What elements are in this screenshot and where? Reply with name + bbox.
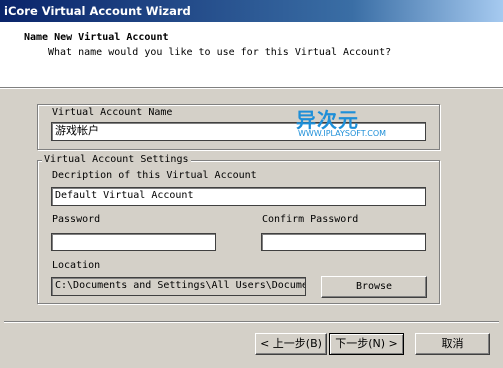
window-title-bar[interactable]: iCore Virtual Account Wizard: [0, 0, 503, 22]
account-name-label: Virtual Account Name: [52, 107, 173, 118]
location-input[interactable]: C:\Documents and Settings\All Users\Docu…: [51, 277, 306, 296]
confirm-password-label: Confirm Password: [262, 214, 359, 225]
window-title: iCore Virtual Account Wizard: [4, 4, 191, 18]
back-button[interactable]: < 上一步(B): [255, 333, 327, 355]
account-settings-legend: Virtual Account Settings: [42, 154, 191, 165]
confirm-password-input[interactable]: [261, 233, 426, 251]
browse-button[interactable]: Browse: [321, 276, 427, 298]
cancel-button[interactable]: 取消: [415, 333, 490, 355]
password-label: Password: [52, 214, 101, 225]
watermark-url: WWW.IPLAYSOFT.COM: [298, 129, 387, 138]
description-label: Decription of this Virtual Account: [52, 170, 257, 181]
page-subtitle: What name would you like to use for this…: [48, 47, 392, 58]
footer-divider-highlight: [4, 322, 499, 323]
location-label: Location: [52, 260, 101, 271]
password-input[interactable]: [51, 233, 216, 251]
description-input[interactable]: Default Virtual Account: [51, 187, 426, 206]
next-button[interactable]: 下一步(N) >: [329, 333, 404, 355]
header-divider-highlight: [0, 88, 503, 89]
page-title: Name New Virtual Account: [24, 32, 169, 43]
